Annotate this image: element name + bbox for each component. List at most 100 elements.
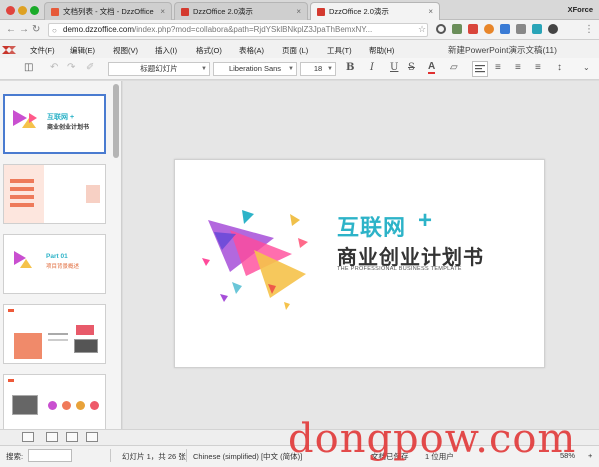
close-icon[interactable]: × (296, 7, 301, 16)
strikethrough-button[interactable]: S (408, 62, 415, 74)
forward-icon[interactable]: → (19, 23, 29, 37)
italic-button[interactable]: I (370, 62, 374, 74)
extension-gray-icon[interactable] (516, 24, 526, 34)
back-icon[interactable]: ← (6, 23, 16, 37)
menu-insert[interactable]: 插入(I) (155, 45, 177, 56)
font-color-icon[interactable]: A (428, 62, 436, 74)
extension-dark-icon[interactable] (548, 24, 558, 34)
thumb-header-bar (8, 309, 14, 312)
highlight-icon[interactable]: ▱ (450, 62, 458, 74)
slide-count-text: 幻灯片 1，共 26 张 (122, 452, 186, 461)
extension-cyan-icon[interactable] (532, 24, 542, 34)
browser-tab-2[interactable]: DzzOffice 2.0演示 × (174, 2, 308, 20)
thumb-image-block (14, 333, 42, 359)
thumb-circle (90, 401, 99, 410)
window-zoom-button[interactable] (30, 6, 39, 15)
slide-title-text[interactable]: 互联网 (337, 210, 406, 242)
align-center-icon[interactable]: ≡ (495, 62, 501, 74)
slide-thumbnail-4[interactable] (3, 304, 106, 364)
slide-thumbnail-5[interactable] (3, 374, 106, 429)
notes-view-icon[interactable] (66, 432, 78, 442)
thumb-list-block (10, 195, 34, 199)
tab-label: DzzOffice 2.0演示 (329, 7, 389, 16)
divider (186, 449, 187, 462)
bold-button[interactable]: B (346, 62, 354, 74)
window-close-button[interactable] (6, 6, 15, 15)
thumb-sidebar-block (4, 165, 44, 223)
clone-formatting-icon[interactable]: ✐ (86, 62, 94, 74)
align-right-icon[interactable]: ≡ (515, 62, 521, 74)
menu-view[interactable]: 视图(V) (113, 45, 138, 56)
font-value: Liberation Sans (228, 64, 282, 73)
profile-name[interactable]: XForce (568, 5, 593, 14)
menu-tools[interactable]: 工具(T) (327, 45, 352, 56)
extension-circle-icon[interactable] (436, 24, 446, 34)
menu-format[interactable]: 格式(O) (196, 45, 222, 56)
thumb-triangle-decoration (29, 113, 37, 123)
close-icon[interactable]: × (160, 7, 165, 16)
thumb-image-block (76, 325, 94, 335)
outline-view-icon[interactable] (46, 432, 58, 442)
extension-shield-icon[interactable] (452, 24, 462, 34)
language-text[interactable]: Chinese (simplified) [中文 (简体)] (193, 451, 302, 462)
menu-table[interactable]: 表格(A) (239, 45, 264, 56)
underline-button[interactable]: U (390, 62, 398, 74)
close-icon[interactable]: × (428, 7, 433, 16)
paragraph-style-select[interactable]: 标题幻灯片 ▼ (108, 62, 210, 76)
menu-page[interactable]: 页面 (L) (282, 45, 308, 56)
normal-view-icon[interactable] (22, 432, 34, 442)
menu-help[interactable]: 帮助(H) (369, 45, 394, 56)
slide-thumbnail-3[interactable]: Part 01 项目背景概述 (3, 234, 106, 294)
browser-tab-1[interactable]: 文档列表 - 文档 - DzzOffice 2.0 × (44, 2, 172, 20)
extension-orange-icon[interactable] (484, 24, 494, 34)
thumb-list-block (10, 203, 34, 207)
slide-sorter-view-icon[interactable] (86, 432, 98, 442)
align-left-icon (475, 65, 485, 73)
slide-thumbnail-1[interactable]: 互联网 + 商业创业计划书 (3, 94, 106, 154)
slide-triangle-shape (232, 282, 242, 294)
search-label: 搜索: (6, 452, 24, 461)
menu-file[interactable]: 文件(F) (30, 45, 55, 56)
toolbar-more-chevron-icon[interactable]: ⌄ (583, 62, 590, 74)
globe-icon: ○ (52, 26, 57, 35)
extension-red-icon[interactable] (468, 24, 478, 34)
tab-label: DzzOffice 2.0演示 (193, 7, 253, 16)
browser-menu-icon[interactable]: ⋮ (584, 23, 594, 37)
thumb-text-line (48, 339, 68, 341)
search-input[interactable] (28, 449, 72, 462)
thumb-device-image (12, 395, 38, 415)
justify-icon[interactable]: ≡ (535, 62, 541, 74)
document-title[interactable]: 新建PowerPoint演示文稿(11) (448, 44, 557, 56)
document-favicon-icon (51, 7, 59, 16)
slide-pane-scrollbar[interactable] (113, 84, 119, 158)
save-icon[interactable]: ◫ (24, 62, 33, 74)
align-left-button[interactable] (472, 61, 488, 77)
redo-icon[interactable]: ↷ (67, 62, 75, 74)
line-spacing-icon[interactable]: ↕ (557, 62, 562, 74)
reload-icon[interactable]: ↻ (32, 23, 40, 37)
dzz-favicon-icon (317, 7, 325, 16)
browser-tab-3-active[interactable]: DzzOffice 2.0演示 × (310, 2, 440, 20)
font-size-select[interactable]: 18 ▼ (300, 62, 336, 76)
divider (110, 449, 111, 462)
font-name-select[interactable]: Liberation Sans ▼ (213, 62, 297, 76)
slide-tagline-text[interactable]: THE PROFESSIONAL BUSINESS TEMPLATE (337, 266, 462, 272)
menu-edit[interactable]: 编辑(E) (70, 45, 95, 56)
chevron-down-icon: ▼ (201, 66, 207, 72)
url-input[interactable]: ○ demo.dzzoffice.com/index.php?mod=colla… (48, 23, 428, 37)
extension-blue-icon[interactable] (500, 24, 510, 34)
slide-thumbnail-2[interactable] (3, 164, 106, 224)
size-value: 18 (313, 64, 323, 73)
url-path: /index.php?mod=collabora&path=RjdYSklBNk… (134, 25, 373, 34)
thumb-part-label: Part 01 (46, 253, 68, 260)
slide-triangle-shape (298, 238, 308, 248)
zoom-in-icon[interactable]: + (588, 451, 592, 460)
thumb-subtitle: 商业创业计划书 (47, 125, 90, 131)
window-minimize-button[interactable] (18, 6, 27, 15)
tab-label: 文档列表 - 文档 - DzzOffice 2.0 (63, 7, 157, 16)
undo-icon[interactable]: ↶ (50, 62, 58, 74)
slide-title-plus: + (418, 207, 433, 234)
slide-triangle-shape (242, 210, 254, 224)
bookmark-star-icon[interactable]: ☆ (418, 24, 426, 35)
slide-sorter-pane: 互联网 + 商业创业计划书 Part 01 项目背景概述 (0, 81, 122, 429)
